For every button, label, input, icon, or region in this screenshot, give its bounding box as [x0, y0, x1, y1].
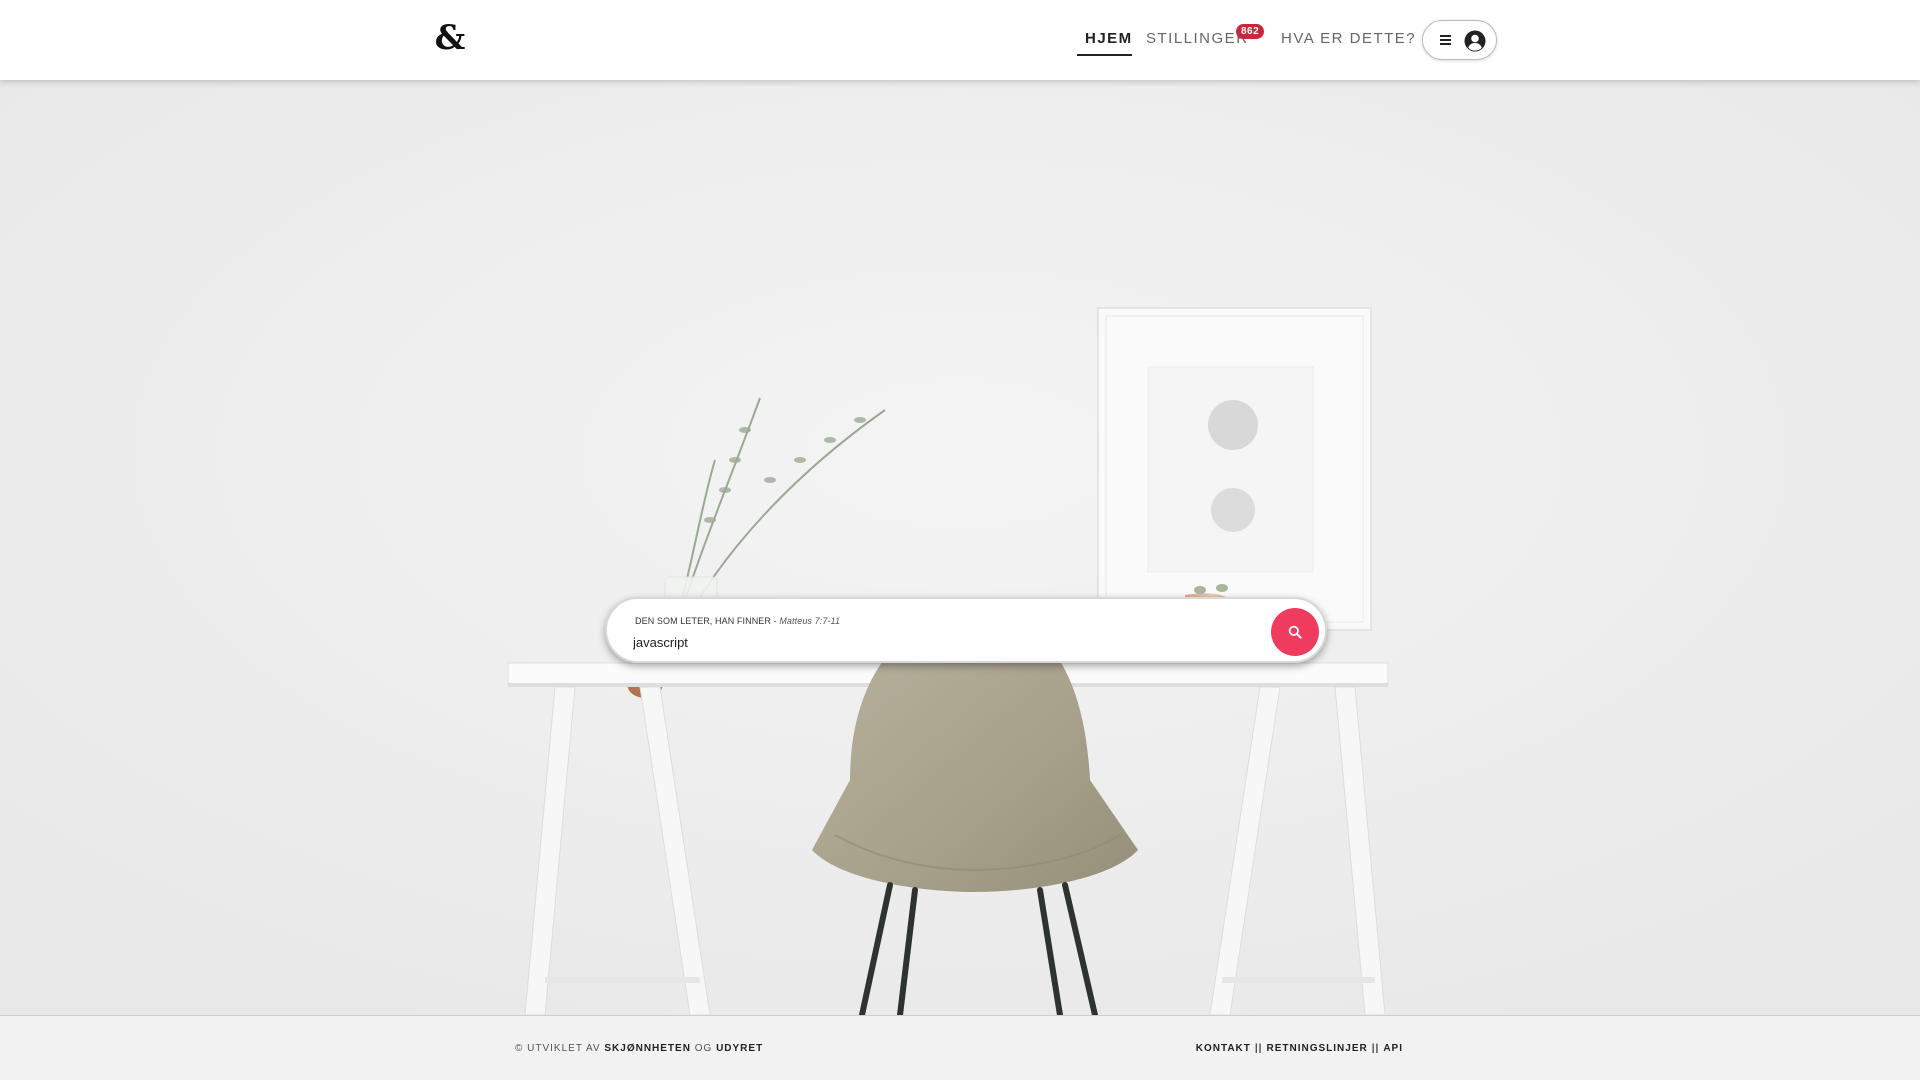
jobs-count-badge: 862: [1236, 24, 1265, 39]
search-input[interactable]: [633, 632, 1213, 652]
search-box: DEN SOM LETER, HAN FINNER - Matteus 7:7-…: [605, 597, 1327, 663]
active-nav-indicator: [1077, 54, 1132, 56]
search-icon: [1288, 625, 1302, 639]
hamburger-icon: [1440, 35, 1451, 45]
nav-item-jobs[interactable]: STILLINGER: [1146, 30, 1249, 47]
user-circle-icon: [1464, 30, 1486, 52]
search-button[interactable]: [1271, 608, 1319, 656]
logo-ampersand[interactable]: &: [430, 18, 470, 58]
search-label: DEN SOM LETER, HAN FINNER - Matteus 7:7-…: [635, 616, 841, 626]
nav-item-home[interactable]: HJEM: [1085, 30, 1133, 47]
footer-links: KONTAKT || RETNINGSLINJER || API: [1196, 1043, 1403, 1054]
footer-separator: ||: [1371, 1043, 1380, 1054]
footer-link-guidelines[interactable]: RETNINGSLINJER: [1266, 1043, 1367, 1054]
footer-separator: ||: [1254, 1043, 1263, 1054]
credit-name-beauty: SKJØNNHETEN: [604, 1043, 691, 1054]
footer-link-contact[interactable]: KONTAKT: [1196, 1043, 1251, 1054]
desk-scene-illustration: [0, 80, 1920, 1015]
user-menu-button[interactable]: [1422, 20, 1497, 60]
footer-credits: © UTVIKLET AV SKJØNNHETEN OG UDYRET: [515, 1043, 764, 1054]
hero-background-image: DEN SOM LETER, HAN FINNER - Matteus 7:7-…: [0, 80, 1920, 1015]
nav-item-about[interactable]: HVA ER DETTE?: [1281, 30, 1416, 47]
top-navigation-bar: & HJEM STILLINGER 862 HVA ER DETTE?: [0, 0, 1920, 80]
footer-link-api[interactable]: API: [1383, 1043, 1403, 1054]
credit-name-beast: UDYRET: [716, 1043, 764, 1054]
search-label-citation: Matteus 7:7-11: [779, 616, 841, 626]
page-footer: © UTVIKLET AV SKJØNNHETEN OG UDYRET KONT…: [0, 1015, 1920, 1080]
